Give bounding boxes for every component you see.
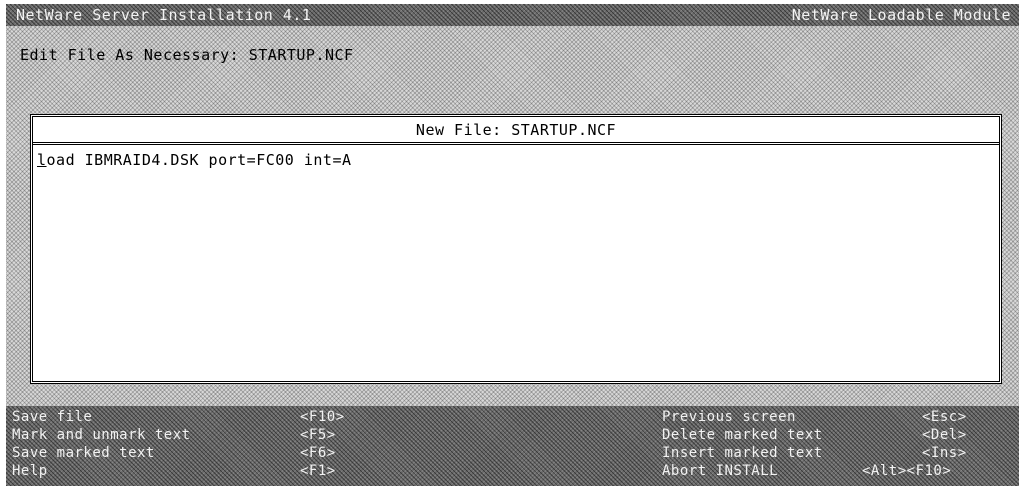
key-row: Save file <F10> Previous screen <Esc> [6, 408, 1019, 426]
file-editor-title: New File: STARTUP.NCF [33, 117, 999, 145]
app-title: NetWare Server Installation 4.1 [16, 6, 312, 24]
key-delete-marked-label[interactable]: Delete marked text [662, 426, 823, 444]
key-f5[interactable]: <F5> [300, 426, 336, 444]
netware-install-screen: NetWare Server Installation 4.1 NetWare … [6, 4, 1019, 486]
key-insert-marked-label[interactable]: Insert marked text [662, 444, 823, 462]
key-help-bar: Save file <F10> Previous screen <Esc> Ma… [6, 406, 1019, 486]
key-mark-text-label[interactable]: Mark and unmark text [12, 426, 191, 444]
key-del[interactable]: <Del> [922, 426, 967, 444]
key-ins[interactable]: <Ins> [922, 444, 967, 462]
key-f6[interactable]: <F6> [300, 444, 336, 462]
key-save-marked-label[interactable]: Save marked text [12, 444, 155, 462]
key-abort-install-label[interactable]: Abort INSTALL [662, 462, 778, 480]
key-row: Mark and unmark text <F5> Delete marked … [6, 426, 1019, 444]
key-alt-f10[interactable]: <Alt><F10> [862, 462, 951, 480]
key-row: Help <F1> Abort INSTALL <Alt><F10> [6, 462, 1019, 480]
key-previous-screen-label[interactable]: Previous screen [662, 408, 796, 426]
key-f10[interactable]: <F10> [300, 408, 345, 426]
key-f1[interactable]: <F1> [300, 462, 336, 480]
key-help-label[interactable]: Help [12, 462, 48, 480]
file-editor-window[interactable]: New File: STARTUP.NCF load IBMRAID4.DSK … [30, 114, 1002, 384]
title-bar: NetWare Server Installation 4.1 NetWare … [6, 4, 1019, 26]
key-esc[interactable]: <Esc> [922, 408, 967, 426]
file-editor-textarea[interactable]: load IBMRAID4.DSK port=FC00 int=A [33, 145, 999, 381]
key-row: Save marked text <F6> Insert marked text… [6, 444, 1019, 462]
module-title: NetWare Loadable Module [791, 6, 1011, 24]
editor-line-1: oad IBMRAID4.DSK port=FC00 int=A [46, 151, 352, 169]
key-save-file-label[interactable]: Save file [12, 408, 92, 426]
text-cursor: l [37, 151, 47, 169]
main-area: Edit File As Necessary: STARTUP.NCF New … [6, 26, 1019, 406]
edit-prompt: Edit File As Necessary: STARTUP.NCF [20, 46, 354, 64]
